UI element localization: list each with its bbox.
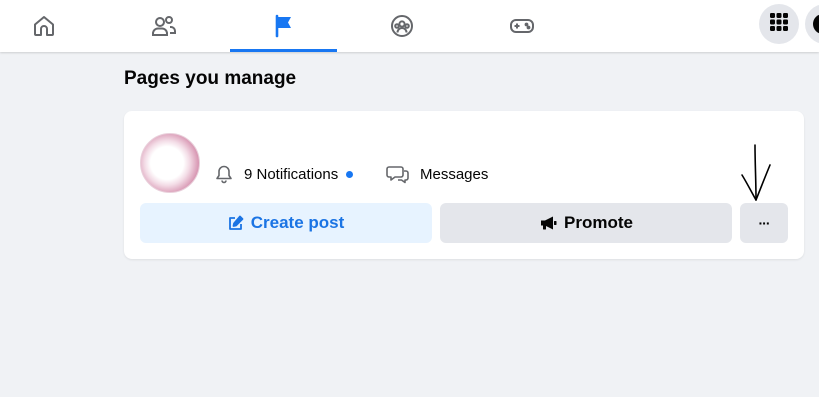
tab-home[interactable] [0,0,88,52]
friends-icon [151,14,177,38]
menu-button[interactable] [759,4,799,44]
promote-button[interactable]: Promote [440,203,732,243]
tab-groups[interactable] [358,0,446,52]
bell-icon [214,164,244,184]
messages-link[interactable]: Messages [386,163,488,185]
notifications-link[interactable]: 9 Notifications [214,163,354,185]
grid-menu-icon [769,12,789,37]
flag-icon [273,14,295,38]
account-button[interactable] [805,4,819,44]
page-title: Pages you manage [124,68,297,89]
more-options-button[interactable]: ··· [740,203,788,243]
groups-icon [390,14,414,38]
notifications-label: 9 Notifications [244,165,339,183]
messages-label: Messages [420,165,489,183]
page-name[interactable] [212,127,372,137]
unread-dot [346,170,354,178]
create-post-button[interactable]: Create post [140,203,432,243]
promote-label: Promote [564,213,633,232]
annotation-arrow [738,143,774,208]
chat-icon [386,164,420,184]
managed-page-card: 9 Notifications Messages Create post Pro… [124,111,804,259]
megaphone-icon [539,215,557,231]
tab-friends[interactable] [120,0,208,52]
avatar [813,14,819,34]
tab-pages[interactable] [230,0,337,52]
page-avatar[interactable] [140,133,200,193]
create-post-label: Create post [250,213,345,232]
home-icon [32,14,56,38]
gamepad-icon [509,14,535,38]
top-navigation-bar [0,0,819,52]
more-options-label: ··· [758,215,771,231]
edit-icon [228,215,244,231]
tab-gaming[interactable] [478,0,566,52]
